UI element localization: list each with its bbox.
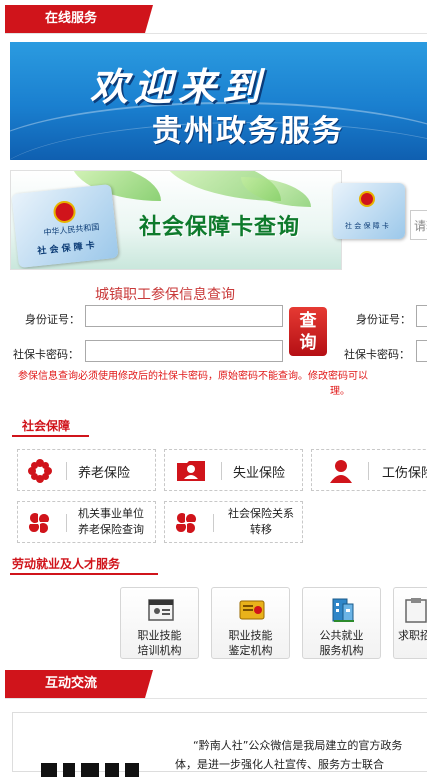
card-password-input[interactable]	[85, 340, 283, 362]
wechat-logo-icon	[41, 763, 139, 777]
job-recruit-line1: 求职招	[398, 629, 427, 642]
public-employment-line1: 公共就业	[319, 629, 364, 642]
public-employment-tile[interactable]: 公共就业 服务机构	[302, 587, 381, 659]
wechat-intro-panel: “黔南人社”公众微信是我局建立的官方政务 体，是进一步强化人社宣传、服务方士联合	[12, 712, 427, 777]
card-text-bottom: 社 会 保 障 卡	[37, 241, 96, 257]
insurance-transfer-item[interactable]: 社会保险关系 转移	[164, 501, 303, 543]
insurance-transfer-label: 社会保险关系 转移	[223, 506, 299, 538]
public-employment-label: 公共就业 服务机构	[303, 628, 380, 658]
social-card-image-small: 社 会 保 障 卡	[333, 183, 405, 239]
online-service-header: 在线服务	[5, 5, 427, 34]
right-card-password-label: 社保卡密码：	[344, 348, 410, 361]
leaf-decoration-3	[241, 177, 311, 207]
employment-underline	[10, 573, 158, 575]
right-card-password-input[interactable]	[416, 340, 427, 362]
welcome-banner[interactable]: 欢迎来到 贵州政务服务	[10, 42, 427, 160]
online-service-tab[interactable]: 在线服务	[5, 5, 153, 33]
pension-insurance-item[interactable]: 养老保险	[17, 449, 156, 491]
separator	[368, 462, 369, 480]
social-card-image: 中华人民共和国 社 会 保 障 卡	[11, 183, 119, 269]
card-query-title: 社会保障卡查询	[139, 215, 301, 240]
pension-insurance-label: 养老保险	[78, 466, 131, 481]
skill-assessment-line2: 鉴定机构	[228, 644, 273, 657]
right-id-number-input[interactable]	[416, 305, 427, 327]
skill-assessment-line1: 职业技能	[228, 629, 273, 642]
flower-icon	[28, 459, 52, 483]
institution-pension-label-line1: 机关事业单位	[78, 507, 144, 520]
separator	[66, 514, 67, 532]
social-security-underline	[12, 435, 89, 437]
wechat-intro-line2: 体，是进一步强化人社宣传、服务方士联合	[175, 758, 384, 771]
clover-icon	[176, 513, 196, 533]
interaction-tab[interactable]: 互动交流	[5, 670, 153, 698]
institution-pension-label-line2: 养老保险查询	[78, 523, 144, 536]
right-id-number-label: 身份证号：	[356, 313, 411, 326]
card-text-bottom-small: 社 会 保 障 卡	[345, 222, 389, 230]
clover-icon	[29, 513, 49, 533]
job-recruit-label: 求职招	[398, 628, 427, 643]
query-form-title: 城镇职工参保信息查询	[95, 287, 235, 303]
employment-heading-text: 劳动就业及人才服务	[12, 557, 121, 571]
national-emblem-icon	[52, 199, 77, 225]
query-button-label: 查询	[299, 311, 317, 353]
building-icon	[332, 598, 354, 622]
side-search-input[interactable]: 请输	[410, 210, 427, 240]
query-button[interactable]: 查询	[289, 307, 327, 356]
id-number-label: 身份证号：	[25, 313, 80, 326]
skill-training-label: 职业技能 培训机构	[121, 628, 198, 658]
skill-assessment-label: 职业技能 鉴定机构	[212, 628, 289, 658]
institution-pension-query-item[interactable]: 机关事业单位 养老保险查询	[17, 501, 156, 543]
card-password-label: 社保卡密码：	[13, 348, 79, 361]
wechat-intro-line1: “黔南人社”公众微信是我局建立的官方政务	[193, 739, 403, 752]
institution-pension-label: 机关事业单位 养老保险查询	[78, 506, 144, 538]
skill-training-tile[interactable]: 职业技能 培训机构	[120, 587, 199, 659]
employment-heading: 劳动就业及人才服务	[10, 553, 158, 575]
certificate-icon	[148, 599, 174, 621]
unemployment-insurance-label: 失业保险	[233, 466, 286, 481]
skill-training-line1: 职业技能	[137, 629, 182, 642]
social-security-heading-text: 社会保障	[22, 419, 71, 433]
id-card-icon	[177, 461, 205, 481]
interaction-header: 互动交流	[5, 670, 427, 699]
separator	[213, 514, 214, 532]
person-icon	[330, 460, 352, 483]
insurance-transfer-label-line2: 转移	[250, 523, 272, 536]
skill-assessment-tile[interactable]: 职业技能 鉴定机构	[211, 587, 290, 659]
insurance-transfer-label-line1: 社会保险关系	[228, 507, 294, 520]
job-recruit-tile[interactable]: 求职招	[393, 587, 427, 659]
separator	[66, 462, 67, 480]
welcome-line1: 欢迎来到	[90, 64, 267, 109]
skill-training-line2: 培训机构	[137, 644, 182, 657]
card-text-top: 中华人民共和国	[43, 222, 100, 238]
unemployment-insurance-item[interactable]: 失业保险	[164, 449, 303, 491]
social-card-query-banner[interactable]: 中华人民共和国 社 会 保 障 卡 社会保障卡查询	[10, 170, 342, 270]
welcome-line2: 贵州政务服务	[152, 114, 344, 149]
national-emblem-icon-small	[359, 191, 375, 207]
social-security-heading: 社会保障	[12, 415, 89, 437]
id-number-input[interactable]	[85, 305, 283, 327]
public-employment-line2: 服务机构	[319, 644, 364, 657]
clipboard-icon	[405, 598, 427, 623]
badge-icon	[239, 600, 265, 620]
work-injury-insurance-label: 工伤保险	[382, 466, 427, 481]
work-injury-insurance-item[interactable]: 工伤保险	[311, 449, 427, 491]
query-note-line1: 参保信息查询必须使用修改后的社保卡密码，原始密码不能查询。修改密码可以	[18, 371, 368, 382]
query-note-line2: 理。	[330, 386, 350, 397]
separator	[221, 462, 222, 480]
